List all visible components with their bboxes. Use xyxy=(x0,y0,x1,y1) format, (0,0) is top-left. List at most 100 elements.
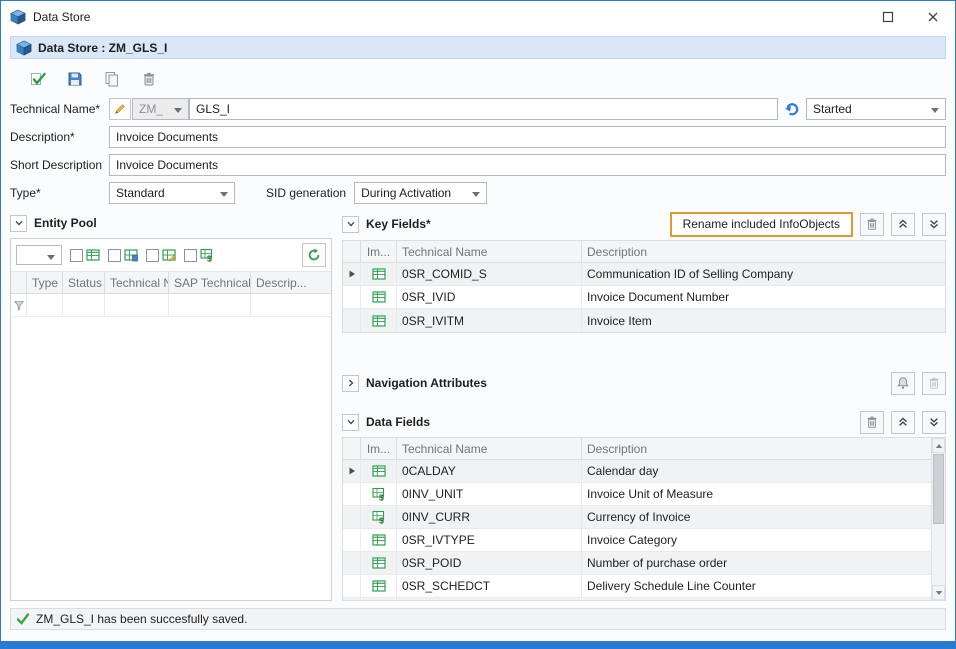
description-cell[interactable] xyxy=(582,598,931,601)
data-fields-move-up-button[interactable] xyxy=(891,411,915,434)
data-fields-collapse-button[interactable] xyxy=(342,414,359,431)
navigation-attributes-bell-button[interactable] xyxy=(891,372,915,395)
sap-technical-name-column-header[interactable]: SAP Technical ... xyxy=(169,272,251,293)
description-cell[interactable]: Invoice Category xyxy=(582,529,931,551)
properties-form: Technical Name* ZM_ GLS_I Started Descri… xyxy=(1,96,955,210)
characteristic-infoobject-icon xyxy=(372,290,386,304)
close-button[interactable] xyxy=(910,1,955,32)
filter-sap-cell[interactable] xyxy=(169,294,251,316)
rename-infoobjects-button[interactable]: Rename included InfoObjects xyxy=(670,212,853,237)
characteristic-checkbox[interactable] xyxy=(70,249,83,262)
trash-icon xyxy=(865,217,879,231)
technical-name-cell[interactable]: 0SR_COMID_S xyxy=(397,263,582,285)
close-icon xyxy=(927,11,939,23)
key-fields-collapse-button[interactable] xyxy=(342,216,359,233)
filter-technical-name-cell[interactable] xyxy=(105,294,169,316)
technical-name-column-header[interactable]: Technical Name xyxy=(397,438,582,459)
activate-button[interactable] xyxy=(27,68,49,90)
data-field-row[interactable]: 0SR_IVTYPE Invoice Category xyxy=(343,529,931,552)
double-chevron-up-icon xyxy=(897,416,909,428)
technical-name-cell[interactable] xyxy=(397,598,582,601)
row-indicator-cell xyxy=(343,598,361,601)
description-cell[interactable]: Currency of Invoice xyxy=(582,506,931,528)
technical-name-cell[interactable]: 0INV_CURR xyxy=(397,506,582,528)
edit-name-button[interactable] xyxy=(109,98,131,120)
scroll-up-button[interactable] xyxy=(932,438,945,453)
description-cell[interactable]: Invoice Item xyxy=(582,309,945,332)
data-field-row[interactable]: 0INV_CURR Currency of Invoice xyxy=(343,506,931,529)
data-fields-delete-button[interactable] xyxy=(860,411,884,434)
data-field-row[interactable]: 0CALDAY Calendar day xyxy=(343,460,931,483)
technical-name-cell[interactable]: 0SR_SCHEDCT xyxy=(397,575,582,597)
data-field-row-partial[interactable] xyxy=(343,598,931,601)
data-fields-move-down-button[interactable] xyxy=(922,411,946,434)
time-characteristic-checkbox[interactable] xyxy=(108,249,121,262)
attribute-checkbox[interactable] xyxy=(146,249,159,262)
undo-rename-button[interactable] xyxy=(781,98,803,120)
status-combo[interactable]: Started xyxy=(806,98,946,120)
key-field-row[interactable]: 0SR_IVID Invoice Document Number xyxy=(343,286,945,309)
data-field-row[interactable]: 0INV_UNIT Invoice Unit of Measure xyxy=(343,483,931,506)
key-fields-move-down-button[interactable] xyxy=(922,213,946,236)
delete-button[interactable] xyxy=(138,68,160,90)
description-column-header[interactable]: Description xyxy=(582,438,931,459)
entity-pool-title: Entity Pool xyxy=(34,216,97,230)
description-column-header[interactable]: Descrip... xyxy=(251,272,331,293)
description-cell[interactable]: Communication ID of Selling Company xyxy=(582,263,945,285)
characteristic-filter-group xyxy=(70,248,100,262)
data-field-row[interactable]: 0SR_SCHEDCT Delivery Schedule Line Count… xyxy=(343,575,931,598)
scrollbar-thumb[interactable] xyxy=(933,454,944,524)
technical-name-row: Technical Name* ZM_ GLS_I Started xyxy=(10,98,946,120)
entity-pool-filter-combo[interactable] xyxy=(16,245,62,265)
filter-description-cell[interactable] xyxy=(251,294,331,316)
key-fields-delete-button[interactable] xyxy=(860,213,884,236)
import-column-header[interactable]: Im... xyxy=(361,241,397,262)
key-fields-move-up-button[interactable] xyxy=(891,213,915,236)
scrollbar-track[interactable] xyxy=(932,453,945,585)
technical-name-column-header[interactable]: Technical N... xyxy=(105,272,169,293)
data-field-row[interactable]: 0SR_POID Number of purchase order xyxy=(343,552,931,575)
description-input[interactable]: Invoice Documents xyxy=(109,126,946,148)
save-button[interactable] xyxy=(64,68,86,90)
description-cell[interactable]: Invoice Document Number xyxy=(582,286,945,308)
technical-name-cell[interactable]: 0SR_IVTYPE xyxy=(397,529,582,551)
window-bottom-border xyxy=(1,641,955,648)
filter-status-cell[interactable] xyxy=(63,294,105,316)
import-column-header[interactable]: Im... xyxy=(361,438,397,459)
technical-name-cell[interactable]: 0SR_IVITM xyxy=(397,309,582,332)
refresh-button[interactable] xyxy=(302,243,326,267)
navigation-attributes-expand-button[interactable] xyxy=(342,375,359,392)
technical-name-cell[interactable]: 0SR_POID xyxy=(397,552,582,574)
description-cell[interactable]: Number of purchase order xyxy=(582,552,931,574)
entity-pool-grid-body[interactable] xyxy=(11,317,331,600)
short-description-input[interactable]: Invoice Documents xyxy=(109,154,946,176)
status-column-header[interactable]: Status xyxy=(63,272,105,293)
chevron-down-icon xyxy=(345,416,357,428)
description-cell[interactable]: Invoice Unit of Measure xyxy=(582,483,931,505)
entity-pool-collapse-button[interactable] xyxy=(10,215,27,232)
keyfigure-checkbox[interactable] xyxy=(184,249,197,262)
technical-name-column-header[interactable]: Technical Name xyxy=(397,241,582,262)
scroll-down-button[interactable] xyxy=(932,585,945,600)
navigation-attributes-delete-button[interactable] xyxy=(922,372,946,395)
key-field-row[interactable]: 0SR_COMID_S Communication ID of Selling … xyxy=(343,263,945,286)
technical-name-cell[interactable]: 0INV_UNIT xyxy=(397,483,582,505)
type-row: Type* Standard SID generation During Act… xyxy=(10,182,946,204)
funnel-filter-icon xyxy=(13,299,25,311)
filter-type-cell[interactable] xyxy=(27,294,63,316)
data-fields-scrollbar[interactable] xyxy=(931,438,945,600)
technical-name-cell[interactable]: 0SR_IVID xyxy=(397,286,582,308)
technical-name-input[interactable]: GLS_I xyxy=(189,98,778,120)
description-column-header[interactable]: Description xyxy=(582,241,945,262)
indicator-column-header xyxy=(343,241,361,262)
technical-name-cell[interactable]: 0CALDAY xyxy=(397,460,582,482)
maximize-button[interactable] xyxy=(865,1,910,32)
sid-generation-combo[interactable]: During Activation xyxy=(354,182,487,204)
description-cell[interactable]: Delivery Schedule Line Counter xyxy=(582,575,931,597)
type-combo[interactable]: Standard xyxy=(109,182,235,204)
type-column-header[interactable]: Type xyxy=(27,272,63,293)
copy-button[interactable] xyxy=(101,68,123,90)
description-cell[interactable]: Calendar day xyxy=(582,460,931,482)
key-field-row[interactable]: 0SR_IVITM Invoice Item xyxy=(343,309,945,332)
technical-name-prefix-combo[interactable]: ZM_ xyxy=(132,98,189,120)
